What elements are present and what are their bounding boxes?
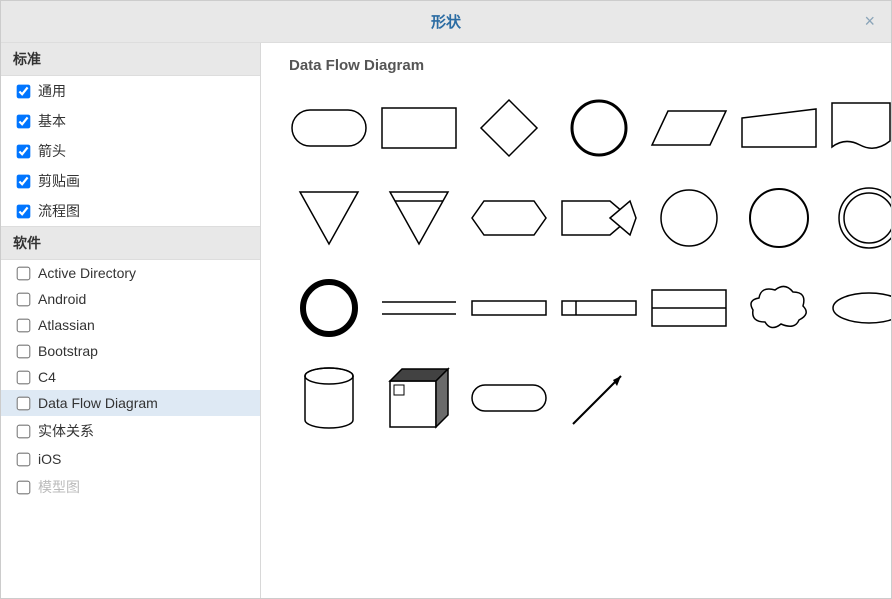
shape-wave-bottom-rect[interactable] bbox=[829, 88, 891, 168]
sidebar-checkbox[interactable] bbox=[17, 344, 31, 358]
sidebar-item-label: C4 bbox=[38, 369, 56, 385]
sidebar-checkbox[interactable] bbox=[17, 84, 31, 98]
shape-rectangle[interactable] bbox=[379, 88, 459, 168]
sidebar-checkbox[interactable] bbox=[17, 174, 31, 188]
shape-arrow-line[interactable] bbox=[559, 358, 639, 438]
sidebar-checkbox[interactable] bbox=[17, 114, 31, 128]
sidebar-item-label: 实体关系 bbox=[38, 421, 94, 441]
sidebar-item-label: 通用 bbox=[38, 81, 66, 101]
close-icon[interactable]: × bbox=[864, 11, 875, 32]
sidebar-item[interactable]: 基本 bbox=[1, 106, 260, 136]
sidebar-item-label: Active Directory bbox=[38, 265, 136, 281]
shape-ellipse[interactable] bbox=[829, 268, 891, 348]
shape-double-circle[interactable] bbox=[829, 178, 891, 258]
dialog-body: 标准通用基本箭头剪贴画流程图软件 Active Directory Android A… bbox=[1, 43, 891, 598]
shape-stadium[interactable] bbox=[469, 358, 549, 438]
sidebar[interactable]: 标准通用基本箭头剪贴画流程图软件 Active Directory Android A… bbox=[1, 43, 261, 598]
sidebar-checkbox[interactable] bbox=[17, 452, 31, 466]
shapes-dialog: 形状 × 标准通用基本箭头剪贴画流程图软件 Active Directory And… bbox=[0, 0, 892, 599]
sidebar-item[interactable]: Bootstrap bbox=[1, 338, 260, 364]
shape-triangle-down-bar[interactable] bbox=[379, 178, 459, 258]
sidebar-item[interactable]: 实体关系 bbox=[1, 416, 260, 446]
sidebar-checkbox[interactable] bbox=[17, 292, 31, 306]
sidebar-item-label: 模型图 bbox=[38, 477, 80, 497]
shape-circle-bold[interactable] bbox=[559, 88, 639, 168]
sidebar-item[interactable]: Data Flow Diagram bbox=[1, 390, 260, 416]
shape-long-rect[interactable] bbox=[469, 268, 549, 348]
sidebar-item[interactable]: 箭头 bbox=[1, 136, 260, 166]
content-title: Data Flow Diagram bbox=[289, 57, 871, 74]
shapes-grid bbox=[289, 88, 871, 438]
content-pane: Data Flow Diagram bbox=[261, 43, 891, 598]
sidebar-checkbox[interactable] bbox=[17, 396, 31, 410]
section-header: 标准 bbox=[1, 43, 260, 76]
shape-trapezoid-offset[interactable] bbox=[739, 88, 819, 168]
dialog-title: 形状 bbox=[431, 11, 461, 32]
sidebar-item[interactable]: Active Directory bbox=[1, 260, 260, 286]
sidebar-checkbox[interactable] bbox=[17, 204, 31, 218]
shape-hexagon[interactable] bbox=[469, 178, 549, 258]
sidebar-item[interactable]: 通用 bbox=[1, 76, 260, 106]
sidebar-item-label: 箭头 bbox=[38, 141, 66, 161]
shape-cube-3d[interactable] bbox=[379, 358, 459, 438]
sidebar-checkbox[interactable] bbox=[17, 318, 31, 332]
sidebar-checkbox[interactable] bbox=[17, 266, 31, 280]
titlebar: 形状 × bbox=[1, 1, 891, 43]
sidebar-item-label: iOS bbox=[38, 451, 61, 467]
shape-double-line[interactable] bbox=[379, 268, 459, 348]
shape-diamond[interactable] bbox=[469, 88, 549, 168]
sidebar-item-label: Atlassian bbox=[38, 317, 95, 333]
sidebar-item[interactable]: C4 bbox=[1, 364, 260, 390]
sidebar-item[interactable]: 剪贴画 bbox=[1, 166, 260, 196]
sidebar-item-label: 剪贴画 bbox=[38, 171, 80, 191]
sidebar-item[interactable]: iOS bbox=[1, 446, 260, 472]
sidebar-checkbox[interactable] bbox=[17, 480, 31, 494]
shape-cylinder[interactable] bbox=[289, 358, 369, 438]
shape-circle-thin[interactable] bbox=[649, 178, 729, 258]
sidebar-item[interactable]: 流程图 bbox=[1, 196, 260, 226]
section-header: 软件 bbox=[1, 226, 260, 260]
sidebar-item-label: 流程图 bbox=[38, 201, 80, 221]
sidebar-item[interactable]: Atlassian bbox=[1, 312, 260, 338]
sidebar-item-label: 基本 bbox=[38, 111, 66, 131]
shape-rect-divider[interactable] bbox=[559, 268, 639, 348]
shape-rect-midline[interactable] bbox=[649, 268, 729, 348]
sidebar-item-label: Bootstrap bbox=[38, 343, 98, 359]
shape-rounded-rect[interactable] bbox=[289, 88, 369, 168]
sidebar-checkbox[interactable] bbox=[17, 144, 31, 158]
sidebar-item[interactable]: Android bbox=[1, 286, 260, 312]
sidebar-checkbox[interactable] bbox=[17, 424, 31, 438]
shape-circle-thick[interactable] bbox=[289, 268, 369, 348]
shape-pentagon-arrow[interactable] bbox=[559, 178, 639, 258]
sidebar-item-label: Android bbox=[38, 291, 86, 307]
sidebar-checkbox[interactable] bbox=[17, 370, 31, 384]
sidebar-item[interactable]: 模型图 bbox=[1, 472, 260, 502]
shape-triangle-down[interactable] bbox=[289, 178, 369, 258]
shape-cloud[interactable] bbox=[739, 268, 819, 348]
shape-parallelogram[interactable] bbox=[649, 88, 729, 168]
sidebar-item-label: Data Flow Diagram bbox=[38, 395, 158, 411]
shape-circle-medium[interactable] bbox=[739, 178, 819, 258]
